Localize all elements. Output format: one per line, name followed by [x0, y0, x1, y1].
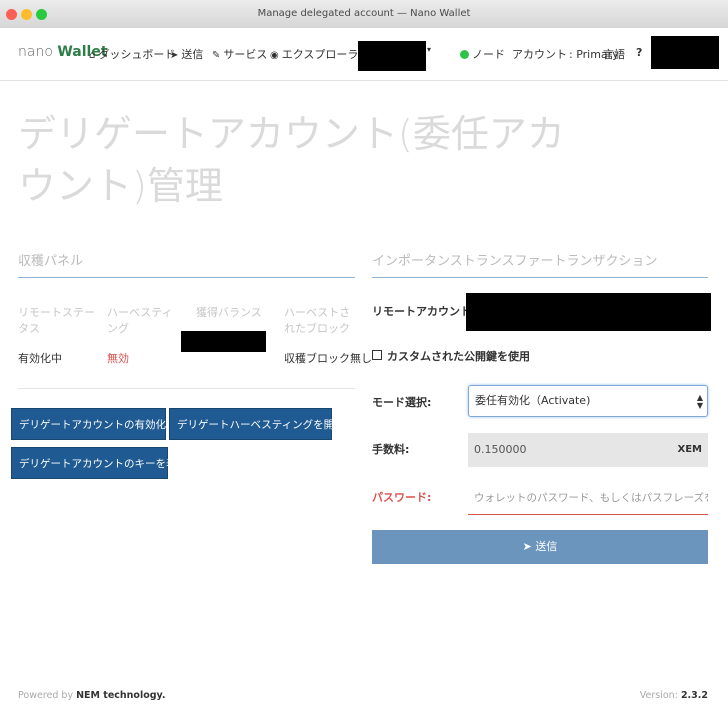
password-label: パスワード: — [372, 491, 432, 504]
custom-public-key-label: カスタムされた公開鍵を使用 — [387, 350, 530, 363]
wrench-icon: ✎ — [212, 50, 221, 61]
nav-explorer[interactable]: ◉ エクスプローラー — [270, 46, 369, 62]
importance-transfer-heading: インポータンストランスファートランザクション — [372, 254, 658, 269]
nav-send-label: 送信 — [181, 48, 204, 61]
nav-node[interactable]: ノード — [460, 46, 505, 62]
top-navbar: nano Wallet ⌂ ダッシュボード ➤ 送信 ✎ サービス ◉ エクスプローラー… — [0, 28, 728, 81]
header-remote-status: リモートステータス — [18, 306, 95, 335]
toggle-delegated-harvesting-button[interactable]: デリゲートハーベスティングを開始 / 停止 — [169, 408, 376, 440]
importance-transfer-divider — [372, 277, 708, 278]
custom-public-key-checkbox[interactable] — [372, 350, 382, 360]
nav-account-label: アカウント — [512, 48, 567, 61]
nav-node-label: ノード — [472, 48, 505, 61]
footer-powered-prefix: Powered by — [18, 690, 74, 701]
chevron-down-icon[interactable]: ▾ — [427, 45, 431, 54]
fee-unit: XEM — [677, 444, 703, 455]
harvesting-status-value: 無効 — [107, 352, 129, 365]
send-button-label: 送信 — [535, 540, 558, 553]
help-icon[interactable]: ? — [636, 46, 642, 59]
mode-select-value: 委任有効化（Activate) — [475, 394, 591, 407]
footer-powered-by: Powered by NEM technology. — [18, 690, 165, 701]
home-icon: ⌂ — [89, 50, 96, 61]
remote-status-value: 有効化中 — [18, 352, 62, 365]
harvested-blocks-value: 収穫ブロック無し — [284, 352, 372, 365]
header-balance: 獲得バランス — [196, 306, 262, 319]
window-titlebar: Manage delegated account — Nano Wallet — [0, 0, 728, 29]
header-harvesting: ハーベスティング — [107, 306, 173, 335]
fee-label: 手数料: — [372, 443, 410, 456]
header-harvested-blocks: ハーベストされたブロック — [284, 306, 351, 335]
nav-dashboard-label: ダッシュボード — [98, 48, 176, 61]
nav-language-label: 言語 — [603, 48, 625, 61]
footer-version-value: 2.3.2 — [680, 690, 708, 701]
nav-send[interactable]: ➤ 送信 — [170, 46, 203, 62]
nav-explorer-label: エクスプローラー — [281, 48, 370, 61]
redacted-remote-account-value — [466, 293, 711, 331]
mode-select[interactable]: 委任有効化（Activate) ▲ ▼ — [468, 385, 708, 417]
page-title: デリゲートアカウント(委任アカウント)管理 — [18, 112, 565, 208]
redacted-user-menu[interactable] — [651, 36, 719, 69]
footer-version: Version: 2.3.2 — [640, 690, 708, 701]
send-icon: ➤ — [170, 50, 179, 61]
nav-language[interactable]: 言語 — [603, 46, 625, 62]
redacted-wallet-selector[interactable] — [358, 41, 426, 71]
send-icon: ➤ — [522, 540, 532, 553]
show-delegated-keys-button[interactable]: デリゲートアカウントのキーを表示する — [11, 447, 208, 479]
nav-services[interactable]: ✎ サービス — [212, 46, 267, 62]
redacted-balance-value — [181, 331, 266, 352]
fee-value: 0.150000 — [474, 443, 527, 456]
remote-account-label: リモートアカウント: — [372, 305, 476, 318]
nav-services-label: サービス — [223, 48, 268, 61]
node-status-icon — [460, 50, 469, 59]
harvest-panel-heading: 収穫パネル — [18, 254, 84, 269]
password-input[interactable]: ウォレットのパスワード、もしくはパスフレーズを入力... — [468, 481, 708, 515]
globe-icon: ◉ — [270, 50, 279, 61]
harvest-panel-divider — [18, 277, 355, 278]
window-title: Manage delegated account — Nano Wallet — [257, 8, 471, 19]
custom-public-key-option[interactable]: カスタムされた公開鍵を使用 — [372, 348, 530, 364]
send-button[interactable]: ➤ 送信 — [372, 530, 708, 564]
toggle-delegated-account-button[interactable]: デリゲートアカウントの有効化 / 無効化 — [11, 408, 208, 440]
select-arrows-icon: ▲ ▼ — [696, 393, 703, 410]
footer-powered-name[interactable]: NEM technology. — [76, 690, 165, 701]
footer-version-label: Version: — [639, 690, 678, 701]
fee-field: 0.150000 XEM — [468, 433, 708, 467]
nav-dashboard[interactable]: ⌂ ダッシュボード — [89, 46, 175, 62]
brand-prefix: nano — [18, 44, 53, 60]
mode-label: モード選択: — [372, 396, 432, 409]
harvest-panel-separator — [18, 388, 355, 389]
